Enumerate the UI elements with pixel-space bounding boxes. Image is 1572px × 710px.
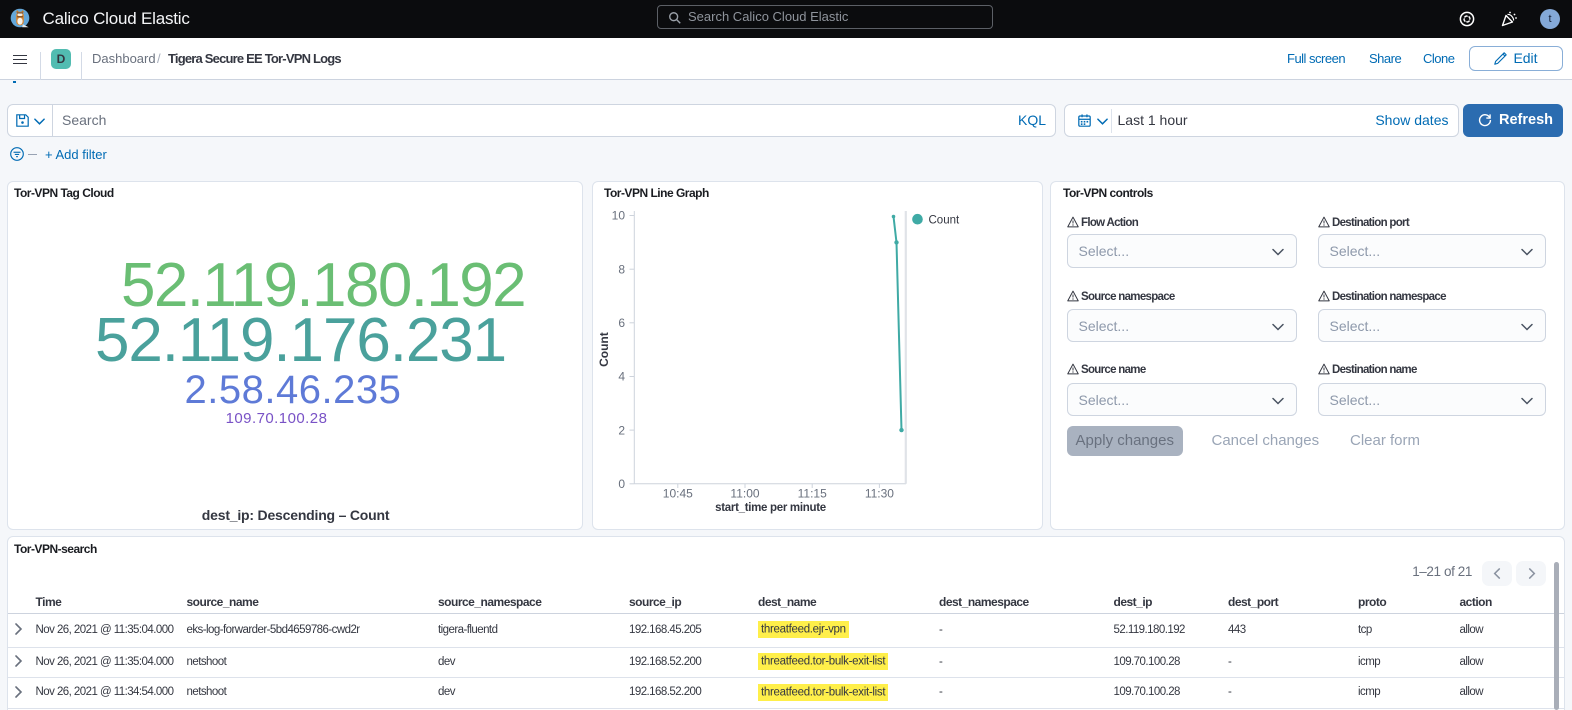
svg-text:10: 10 bbox=[611, 209, 625, 223]
svg-text:10:45: 10:45 bbox=[662, 487, 692, 501]
svg-text:start_time per minute: start_time per minute bbox=[715, 502, 826, 514]
svg-text:11:00: 11:00 bbox=[730, 487, 759, 501]
svg-text:11:30: 11:30 bbox=[864, 487, 893, 501]
svg-text:Count: Count bbox=[928, 215, 959, 227]
svg-text:4: 4 bbox=[618, 370, 625, 384]
svg-text:0: 0 bbox=[618, 477, 625, 491]
svg-text:Count: Count bbox=[597, 332, 611, 367]
svg-text:11:15: 11:15 bbox=[797, 487, 826, 501]
svg-text:2: 2 bbox=[618, 423, 625, 437]
svg-text:6: 6 bbox=[618, 316, 625, 330]
svg-text:8: 8 bbox=[618, 262, 625, 276]
